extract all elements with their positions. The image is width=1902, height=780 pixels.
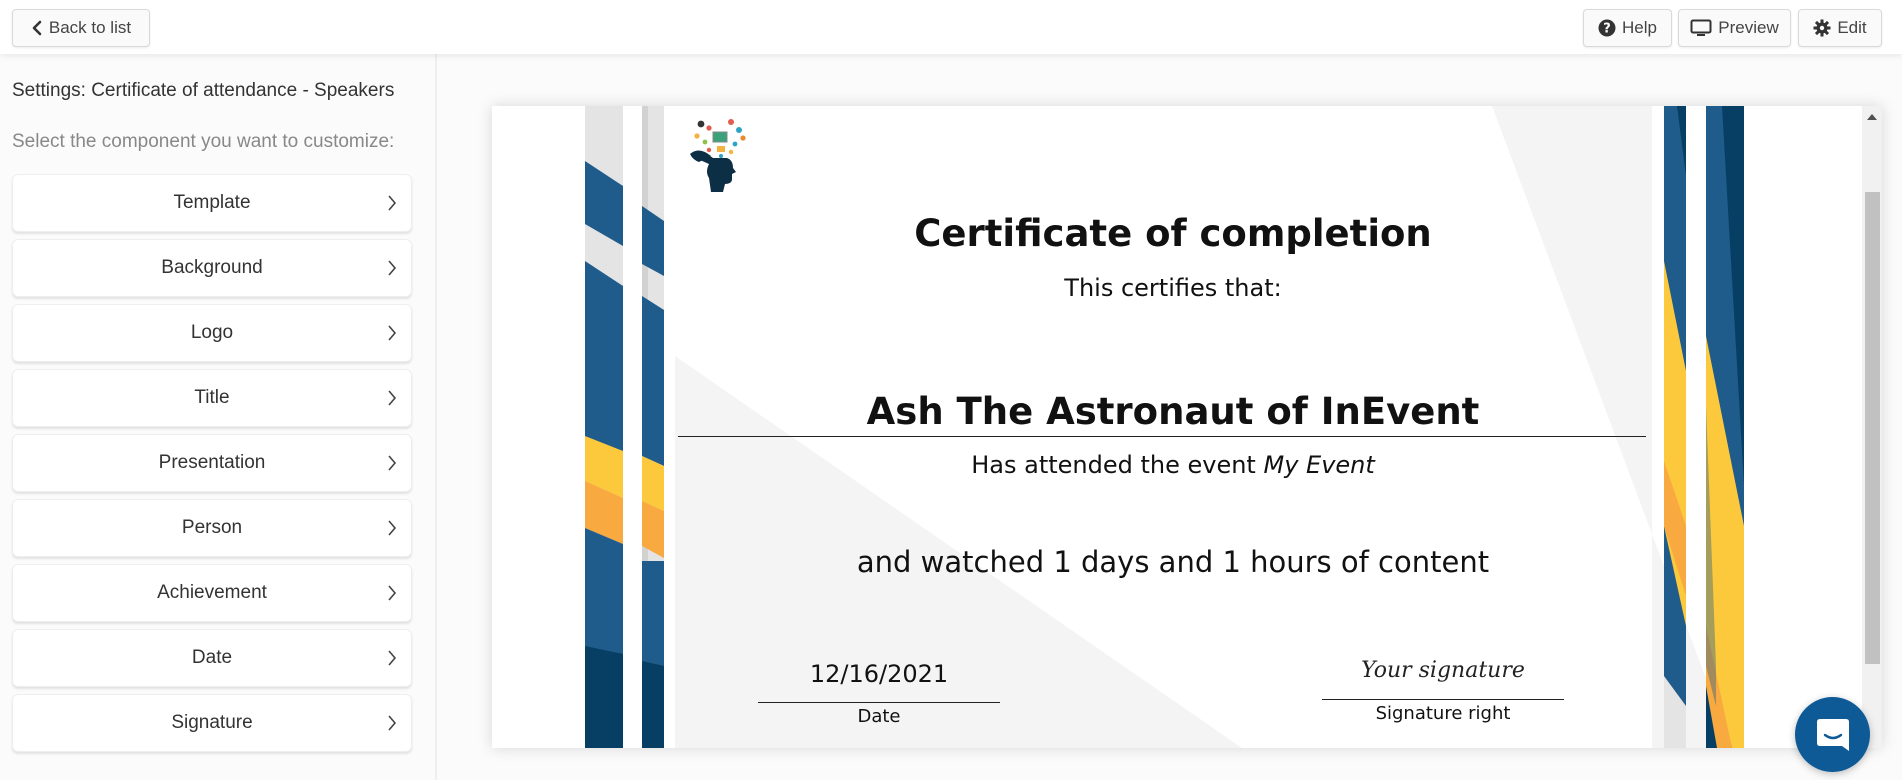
component-item-template[interactable]: Template bbox=[12, 174, 412, 232]
help-button[interactable]: ? Help bbox=[1583, 9, 1672, 47]
certificate-date-value: 12/16/2021 bbox=[809, 660, 949, 688]
component-label: Presentation bbox=[158, 452, 266, 473]
scrollbar-thumb[interactable] bbox=[1865, 192, 1880, 664]
scroll-up-arrow-icon[interactable] bbox=[1867, 114, 1877, 120]
top-bar: Back to list ? Help Preview Edit bbox=[0, 0, 1902, 54]
component-label: Logo bbox=[190, 322, 234, 343]
component-label: Date bbox=[191, 647, 233, 668]
component-label: Signature bbox=[171, 712, 253, 733]
component-item-background[interactable]: Background bbox=[12, 239, 412, 297]
back-to-list-button[interactable]: Back to list bbox=[12, 9, 150, 47]
certificate-achievement-text: and watched 1 days and 1 hours of conten… bbox=[856, 545, 1490, 579]
component-item-logo[interactable]: Logo bbox=[12, 304, 412, 362]
component-label: Template bbox=[173, 192, 251, 213]
date-underline bbox=[758, 702, 1000, 703]
chevron-right-icon bbox=[388, 715, 397, 731]
preview-scrollbar[interactable] bbox=[1862, 106, 1882, 748]
component-label: Achievement bbox=[157, 582, 267, 603]
event-name: My Event bbox=[1263, 451, 1375, 479]
edit-label: Edit bbox=[1837, 18, 1867, 37]
preview-button[interactable]: Preview bbox=[1678, 9, 1791, 47]
monitor-icon bbox=[1690, 19, 1712, 36]
chevron-right-icon bbox=[388, 585, 397, 601]
settings-subtitle: Select the component you want to customi… bbox=[12, 131, 395, 152]
component-item-achievement[interactable]: Achievement bbox=[12, 564, 412, 622]
component-item-person[interactable]: Person bbox=[12, 499, 412, 557]
certificate: Certificate of completion This certifies… bbox=[492, 106, 1854, 748]
certificate-signature-label: Signature right bbox=[1375, 703, 1511, 724]
certificate-person-name: Ash The Astronaut of InEvent bbox=[866, 390, 1480, 433]
component-label: Person bbox=[181, 517, 243, 538]
certificate-certifies-text: This certifies that: bbox=[1064, 274, 1282, 302]
component-item-date[interactable]: Date bbox=[12, 629, 412, 687]
attended-prefix: Has attended the event bbox=[971, 451, 1264, 479]
question-circle-icon: ? bbox=[1598, 19, 1616, 37]
chat-bubble-icon bbox=[1816, 718, 1849, 751]
head-silhouette-icon bbox=[690, 150, 736, 192]
signature-underline bbox=[1322, 699, 1564, 700]
certificate-canvas: Certificate of completion This certifies… bbox=[437, 54, 1902, 780]
back-to-list-label: Back to list bbox=[48, 18, 132, 37]
chevron-right-icon bbox=[388, 520, 397, 536]
component-label: Background bbox=[161, 257, 263, 278]
chevron-right-icon bbox=[388, 390, 397, 406]
chevron-right-icon bbox=[388, 195, 397, 211]
edit-button[interactable]: Edit bbox=[1798, 9, 1882, 47]
preview-label: Preview bbox=[1718, 18, 1779, 37]
help-label: Help bbox=[1622, 18, 1657, 37]
chevron-right-icon bbox=[388, 325, 397, 341]
chevron-right-icon bbox=[388, 455, 397, 471]
certificate-date-label: Date bbox=[857, 706, 901, 727]
component-item-presentation[interactable]: Presentation bbox=[12, 434, 412, 492]
component-item-signature[interactable]: Signature bbox=[12, 694, 412, 752]
svg-text:?: ? bbox=[1603, 22, 1611, 37]
chevron-right-icon bbox=[388, 260, 397, 276]
certificate-presentation-text: Has attended the event My Event bbox=[492, 451, 1854, 479]
component-item-title[interactable]: Title bbox=[12, 369, 412, 427]
certificate-signature-value: Your signature bbox=[1361, 658, 1525, 683]
gear-icon bbox=[1813, 19, 1831, 37]
name-underline bbox=[678, 436, 1646, 437]
component-label: Title bbox=[194, 387, 230, 408]
chevron-left-icon bbox=[32, 20, 42, 36]
chevron-right-icon bbox=[388, 650, 397, 666]
certificate-preview-frame: Certificate of completion This certifies… bbox=[492, 106, 1882, 748]
chat-widget-button[interactable] bbox=[1795, 697, 1870, 772]
settings-title: Settings: Certificate of attendance - Sp… bbox=[12, 80, 395, 101]
certificate-logo bbox=[690, 119, 746, 192]
settings-sidebar: Settings: Certificate of attendance - Sp… bbox=[0, 54, 436, 780]
certificate-title: Certificate of completion bbox=[914, 212, 1432, 255]
component-list: Template Background Logo Title Presentat… bbox=[12, 174, 412, 759]
